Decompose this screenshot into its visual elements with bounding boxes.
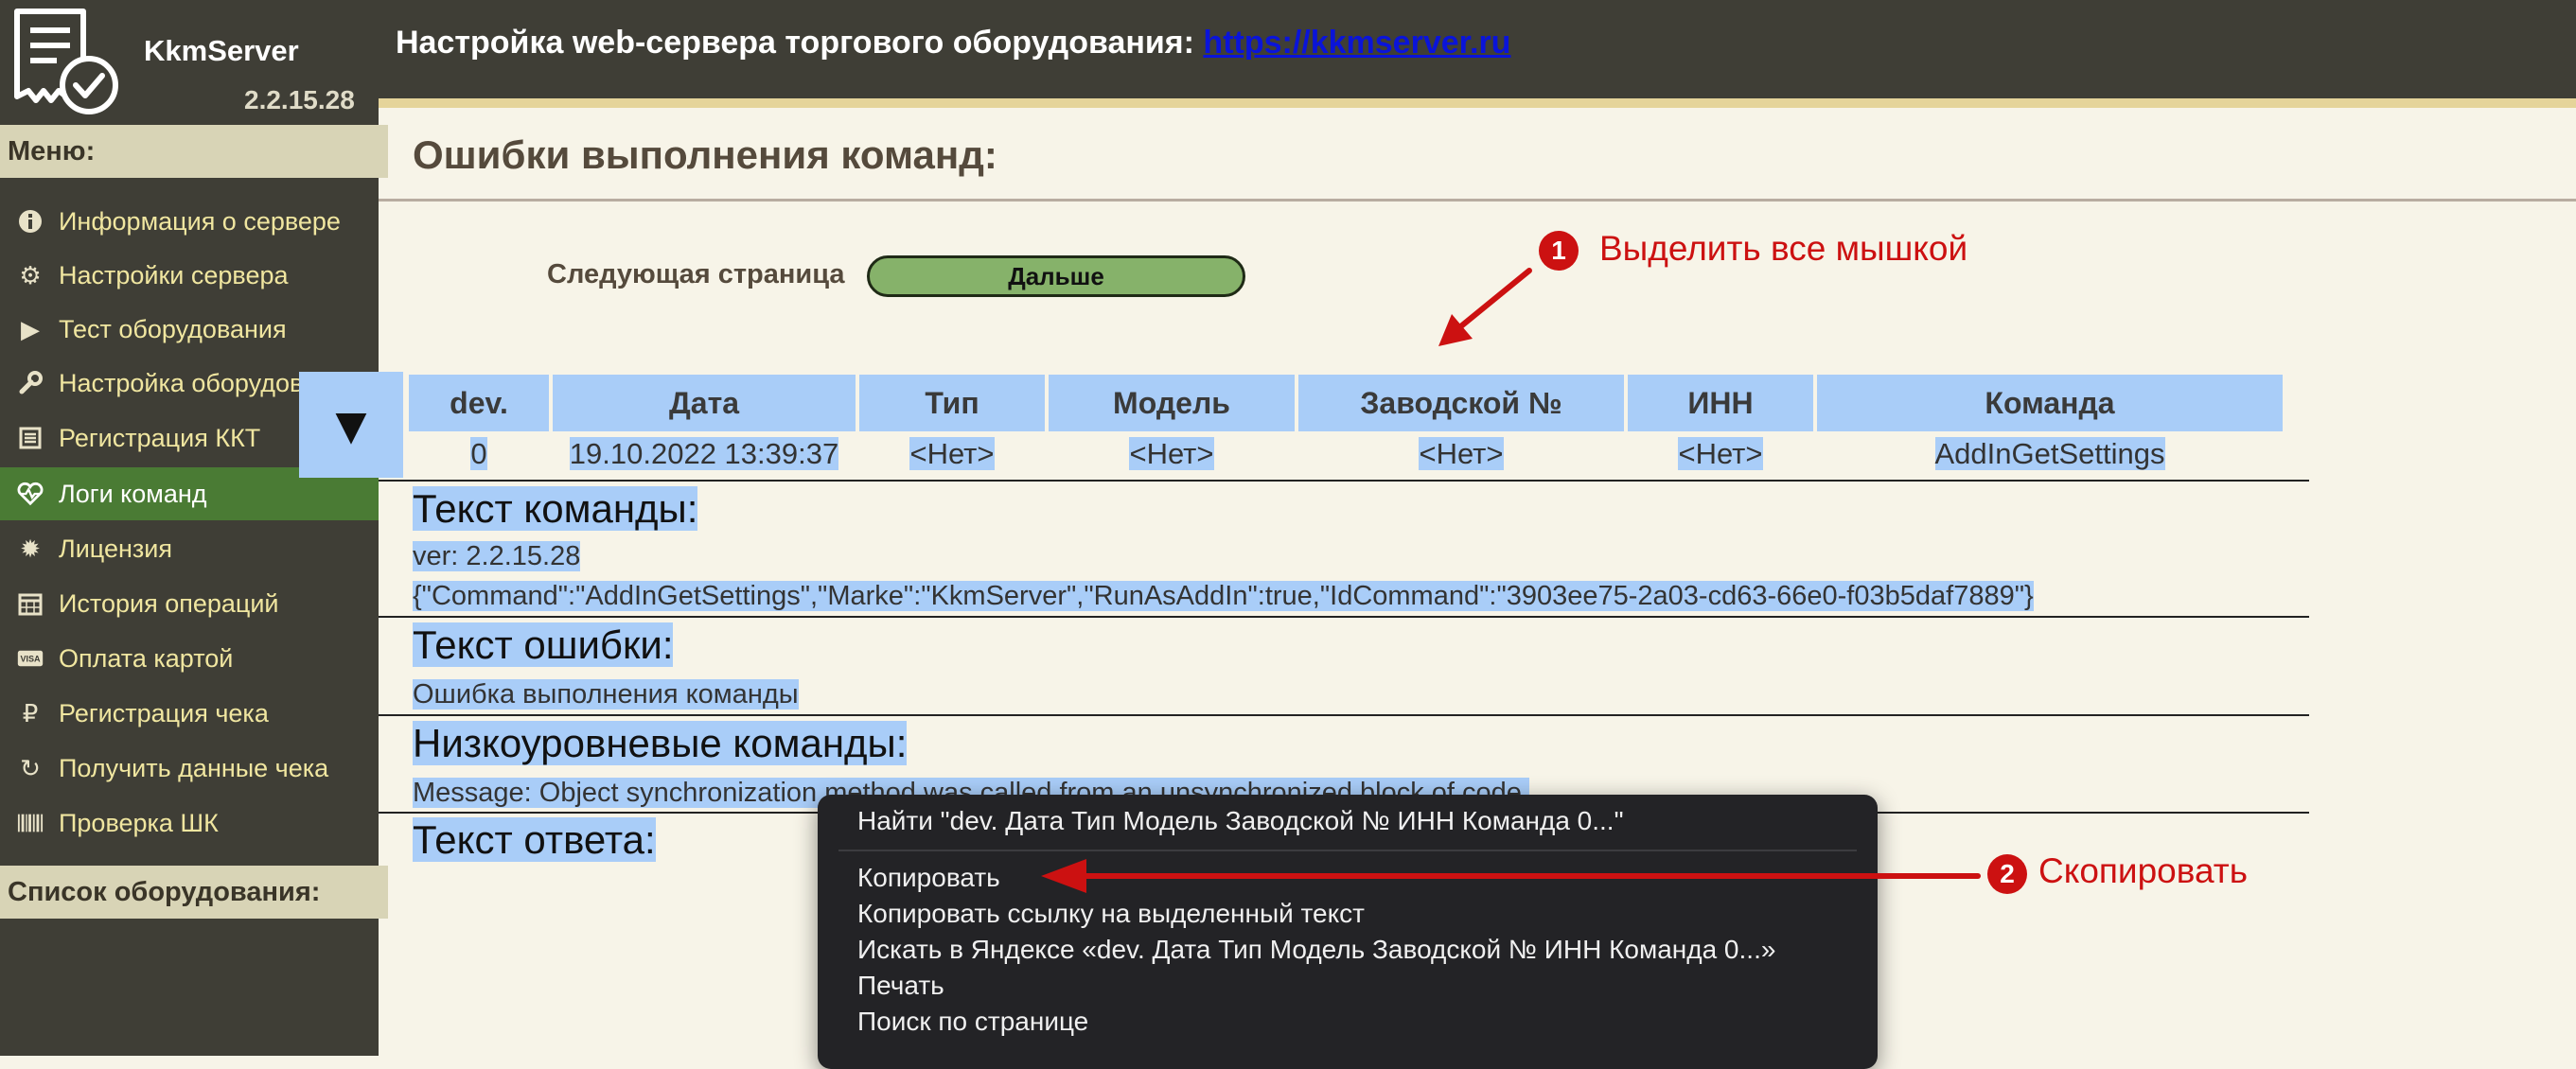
cell-type: <Нет> — [909, 437, 995, 470]
sidebar-item-label: Регистрация ККТ — [59, 423, 261, 452]
collapse-toggle-button[interactable]: ▼ — [299, 372, 403, 478]
next-page-label: Следующая страница — [547, 259, 845, 289]
svg-text:VISA: VISA — [20, 654, 41, 663]
sidebar-item-get-receipt-data[interactable]: ↻ Получить данные чека — [0, 742, 379, 795]
next-page-button[interactable]: Дальше — [867, 255, 1245, 297]
response-text-heading: Текст ответа: — [413, 817, 656, 862]
col-date: Дата — [553, 375, 856, 431]
header-title-text: Настройка web-сервера торгового оборудов… — [396, 25, 1194, 61]
ruble-icon: ₽ — [22, 698, 39, 727]
sidebar-item-barcode-check[interactable]: Проверка ШК — [0, 797, 379, 850]
receipt-check-logo-icon — [14, 9, 118, 114]
sidebar-item-license[interactable]: ✹ Лицензия — [0, 522, 379, 575]
play-icon: ▶ — [21, 314, 40, 343]
visa-card-icon: VISA — [17, 645, 44, 672]
context-menu-separator — [838, 850, 1857, 851]
context-menu-copy[interactable]: Копировать — [857, 863, 1000, 893]
heartbeat-icon — [17, 481, 44, 507]
header-divider — [379, 98, 2576, 108]
command-version: ver: 2.2.15.28 — [413, 541, 581, 571]
cell-date: 19.10.2022 13:39:37 — [569, 437, 839, 470]
sidebar-item-label: Получить данные чека — [59, 753, 329, 782]
title-divider — [379, 199, 2576, 202]
sidebar-item-server-info[interactable]: Информация о сервере — [0, 195, 379, 248]
section-divider — [379, 480, 2309, 482]
command-json: {"Command":"AddInGetSettings","Marke":"K… — [413, 581, 2034, 611]
col-model: Модель — [1049, 375, 1295, 431]
sidebar-item-label: Тест оборудования — [59, 314, 287, 343]
col-dev: dev. — [409, 375, 549, 431]
error-text-heading: Текст ошибки: — [413, 622, 674, 667]
context-menu-print[interactable]: Печать — [857, 971, 944, 1001]
cell-dev: 0 — [470, 437, 487, 470]
col-serial: Заводской № — [1298, 375, 1624, 431]
section-divider — [379, 714, 2309, 716]
sidebar-item-label: Логи команд — [59, 479, 207, 508]
sidebar-item-operations-history[interactable]: История операций — [0, 577, 379, 630]
app-version: 2.2.15.28 — [244, 85, 355, 114]
sidebar-item-label: История операций — [59, 588, 279, 618]
barcode-icon — [17, 810, 44, 836]
annotation-step-1-text: Выделить все мышкой — [1599, 229, 1968, 268]
col-type: Тип — [859, 375, 1045, 431]
sidebar-item-label: Регистрация чека — [59, 698, 269, 727]
header-site-link[interactable]: https://kkmserver.ru — [1203, 25, 1510, 61]
context-menu-find[interactable]: Найти "dev. Дата Тип Модель Заводской № … — [857, 806, 1624, 836]
sidebar-item-label: Лицензия — [59, 534, 172, 563]
annotation-step-2-text: Скопировать — [2038, 851, 2248, 890]
wrench-icon — [17, 370, 44, 396]
context-menu: Найти "dev. Дата Тип Модель Заводской № … — [818, 795, 1878, 1069]
lowlevel-commands-heading: Низкоуровневые команды: — [413, 721, 908, 765]
sidebar-item-label: Информация о сервере — [59, 206, 341, 236]
annotation-arrow-1-icon — [1438, 268, 1532, 346]
certificate-icon: ✹ — [20, 534, 41, 563]
error-text: Ошибка выполнения команды — [413, 679, 799, 710]
info-icon — [17, 208, 44, 235]
sidebar-item-label: Оплата картой — [59, 643, 234, 673]
sidebar-item-receipt-registration[interactable]: ₽ Регистрация чека — [0, 687, 379, 740]
annotation-arrow-2-icon — [1041, 859, 1981, 893]
context-menu-copy-link[interactable]: Копировать ссылку на выделенный текст — [857, 899, 1365, 929]
section-divider — [379, 616, 2309, 618]
app-name: KkmServer — [144, 34, 299, 67]
header-title: Настройка web-сервера торгового оборудов… — [396, 25, 1510, 61]
menu-heading: Меню: — [0, 125, 388, 178]
sidebar-item-server-settings[interactable]: ⚙ Настройки сервера — [0, 249, 379, 302]
cell-command: AddInGetSettings — [1934, 437, 2165, 470]
table-header-row: dev. Дата Тип Модель Заводской № ИНН Ком… — [409, 375, 2283, 431]
sidebar-item-label: Настройки сервера — [59, 260, 289, 289]
gears-icon: ⚙ — [19, 260, 42, 289]
context-menu-find-on-page[interactable]: Поиск по странице — [857, 1007, 1088, 1037]
sidebar-item-label: Проверка ШК — [59, 808, 219, 837]
list-icon — [17, 425, 44, 451]
context-menu-search-yandex[interactable]: Искать в Яндексе «dev. Дата Тип Модель З… — [857, 935, 1775, 965]
cell-inn: <Нет> — [1678, 437, 1763, 470]
col-command: Команда — [1817, 375, 2283, 431]
calendar-icon — [17, 590, 44, 617]
equipment-list-heading: Список оборудования: — [0, 866, 388, 919]
triangle-down-icon: ▼ — [325, 394, 378, 455]
page-title: Ошибки выполнения команд: — [413, 132, 997, 177]
table-row: 0 19.10.2022 13:39:37 <Нет> <Нет> <Нет> … — [409, 431, 2283, 477]
cell-model: <Нет> — [1129, 437, 1214, 470]
refresh-icon: ↻ — [20, 753, 41, 782]
command-text-heading: Текст команды: — [413, 486, 698, 531]
cell-serial: <Нет> — [1419, 437, 1504, 470]
annotation-step-2-badge: 2 — [1987, 854, 2027, 894]
sidebar-item-equipment-test[interactable]: ▶ Тест оборудования — [0, 303, 379, 356]
sidebar-item-card-payment[interactable]: VISA Оплата картой — [0, 632, 379, 685]
command-log-table: dev. Дата Тип Модель Заводской № ИНН Ком… — [405, 375, 2286, 477]
col-inn: ИНН — [1628, 375, 1813, 431]
